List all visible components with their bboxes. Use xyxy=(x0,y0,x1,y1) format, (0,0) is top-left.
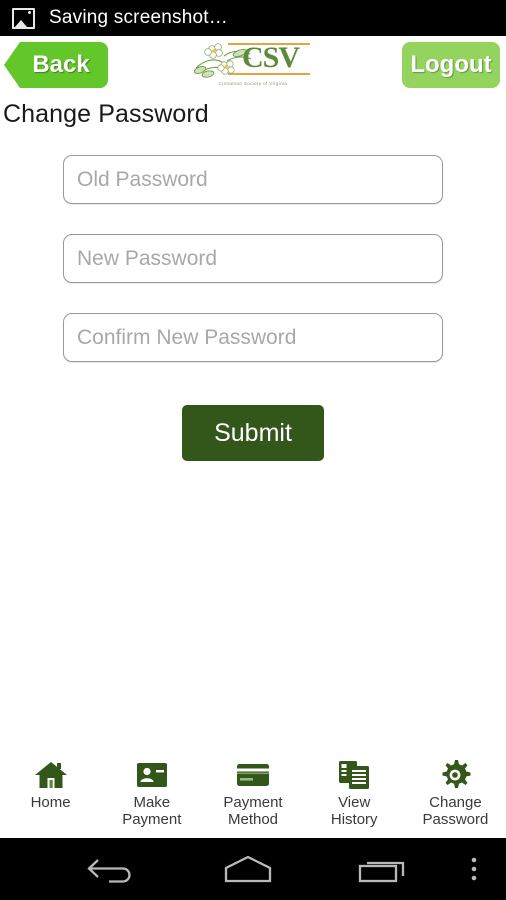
old-password-input[interactable] xyxy=(63,155,443,204)
image-icon xyxy=(12,7,35,29)
system-home-button[interactable] xyxy=(198,838,298,900)
change-password-form: Submit xyxy=(0,129,506,461)
confirm-new-password-input[interactable] xyxy=(63,313,443,362)
nav-label-home: Home xyxy=(30,794,71,811)
nav-item-make-payment[interactable]: Make Payment xyxy=(101,748,202,836)
logout-button[interactable]: Logout xyxy=(402,42,500,88)
submit-button[interactable]: Submit xyxy=(182,405,324,461)
home-icon xyxy=(34,759,68,791)
status-bar: Saving screenshot… xyxy=(0,0,506,36)
new-password-input[interactable] xyxy=(63,234,443,283)
bottom-navigation: Home Make Payment Payment Method View Hi… xyxy=(0,748,506,838)
flower-blossom-upper xyxy=(204,43,223,59)
app-screen: Saving screenshot… Back CSV Cinnamon Soc… xyxy=(0,0,506,900)
logo-wordmark: CSV xyxy=(242,41,300,74)
nav-item-change-password[interactable]: Change Password xyxy=(405,748,506,836)
recents-icon xyxy=(358,861,405,883)
id-card-icon xyxy=(135,759,169,791)
system-overflow-menu-button[interactable] xyxy=(446,838,502,900)
nav-label-view-history: View History xyxy=(330,794,378,828)
home-outline-icon xyxy=(224,855,272,883)
status-bar-text: Saving screenshot… xyxy=(49,7,228,28)
system-navigation-bar xyxy=(0,838,506,900)
back-arrow-icon xyxy=(87,859,131,883)
nav-label-make-payment: Make Payment xyxy=(122,794,182,828)
nav-item-payment-method[interactable]: Payment Method xyxy=(202,748,303,836)
documents-icon xyxy=(337,759,371,791)
app-header: Back CSV Cinnamon Society of Virginia Lo… xyxy=(0,36,506,98)
system-back-button[interactable] xyxy=(62,838,162,900)
system-recents-button[interactable] xyxy=(334,838,434,900)
overflow-menu-icon xyxy=(471,857,477,881)
flower-blossom-lower xyxy=(217,60,235,75)
nav-label-payment-method: Payment Method xyxy=(223,794,283,828)
page-title: Change Password xyxy=(3,100,209,128)
back-button[interactable]: Back xyxy=(4,42,108,88)
credit-card-icon xyxy=(236,759,270,791)
nav-item-home[interactable]: Home xyxy=(0,748,101,836)
logo-mark: CSV xyxy=(194,38,312,80)
logo-subtitle: Cinnamon Society of Virginia xyxy=(218,80,288,87)
csv-logo: CSV Cinnamon Society of Virginia xyxy=(191,38,315,94)
gear-icon xyxy=(438,759,472,791)
nav-label-change-password: Change Password xyxy=(422,794,489,828)
nav-item-view-history[interactable]: View History xyxy=(304,748,405,836)
